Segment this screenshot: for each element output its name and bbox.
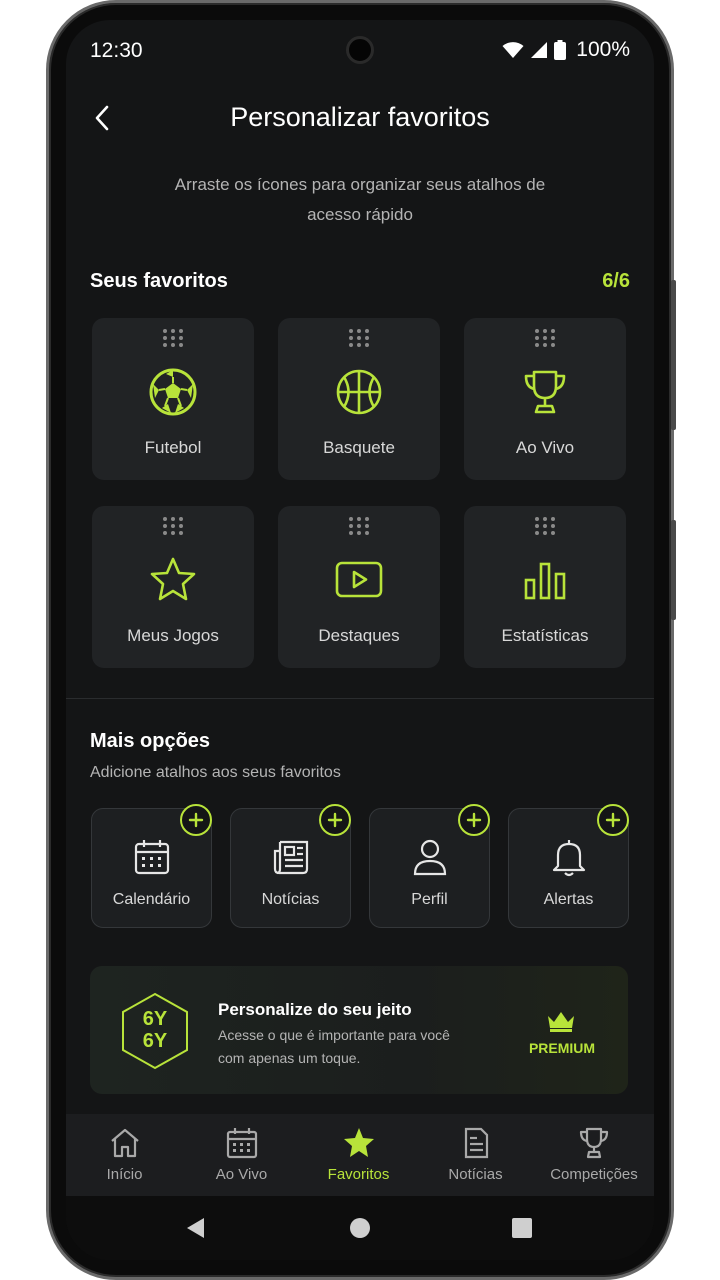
star-icon (344, 1128, 374, 1157)
crown-icon (548, 1012, 574, 1032)
favorite-tile-ao-vivo[interactable]: Ao Vivo (464, 318, 626, 480)
soccer-ball-icon (149, 368, 197, 416)
nav-item-inicio[interactable]: Início (66, 1114, 183, 1196)
drag-handle-icon[interactable] (534, 328, 556, 348)
drag-handle-icon[interactable] (348, 328, 370, 348)
play-icon (335, 561, 383, 598)
battery-percent: 100% (576, 38, 630, 61)
screen: 12:30 100% Personalizar favoritos Arrast… (66, 20, 654, 1260)
option-label: Calendário (112, 891, 191, 908)
favorite-label: Basquete (323, 438, 395, 457)
favorite-label: Meus Jogos (127, 626, 219, 645)
add-calendario-button[interactable] (180, 804, 212, 836)
user-icon (413, 839, 447, 876)
add-perfil-button[interactable] (458, 804, 490, 836)
trophy-icon (579, 1127, 609, 1159)
nav-item-favoritos[interactable]: Favoritos (300, 1114, 417, 1196)
favorite-tile-basquete[interactable]: Basquete (278, 318, 440, 480)
star-icon (150, 557, 196, 601)
bottom-navigation: Início Ao Vivo Favoritos Notícias Compet… (66, 1114, 654, 1196)
home-icon (111, 1128, 139, 1158)
document-icon (464, 1127, 489, 1159)
trophy-icon (524, 370, 566, 414)
favorite-tile-futebol[interactable]: Futebol (92, 318, 254, 480)
drag-handle-icon[interactable] (534, 516, 556, 536)
premium-label[interactable]: PREMIUM (510, 1040, 614, 1056)
drag-handle-icon[interactable] (348, 516, 370, 536)
more-options-title: Mais opções (90, 730, 211, 752)
favorite-label: Futebol (144, 438, 202, 457)
nav-label: Ao Vivo (215, 1166, 268, 1183)
premium-promo-card[interactable]: 6Y 6Y Personalize do seu jeito Acesse o … (90, 966, 628, 1094)
plus-icon (466, 812, 482, 828)
add-noticias-button[interactable] (319, 804, 351, 836)
more-options-subtitle: Adicione atalhos aos seus favoritos (90, 764, 341, 781)
recents-square-icon[interactable] (510, 1216, 534, 1240)
drag-handle-icon[interactable] (162, 328, 184, 348)
signal-icon (531, 42, 548, 58)
back-triangle-icon[interactable] (184, 1216, 208, 1240)
status-bar: 12:30 100% (66, 20, 654, 80)
favorite-label: Destaques (318, 626, 400, 645)
page-subtitle: Arraste os ícones para organizar seus at… (174, 175, 546, 224)
promo-title: Personalize do seu jeito (218, 1000, 412, 1019)
calendar-icon (226, 1128, 258, 1159)
battery-icon (554, 40, 567, 60)
bar-chart-icon (524, 562, 566, 600)
nav-label: Favoritos (327, 1166, 390, 1183)
nav-label: Início (106, 1166, 143, 1183)
nav-item-competicoes[interactable]: Competições (534, 1114, 654, 1196)
plus-icon (327, 812, 343, 828)
favorite-tile-meus-jogos[interactable]: Meus Jogos (92, 506, 254, 668)
favorites-count: 6/6 (602, 270, 630, 292)
drag-handle-icon[interactable] (162, 516, 184, 536)
calendar-icon (134, 840, 170, 875)
nav-item-noticias[interactable]: Notícias (417, 1114, 534, 1196)
favorite-label: Estatísticas (501, 626, 589, 645)
camera-cutout (346, 36, 374, 64)
brand-logo-text: 6Y 6Y (142, 1008, 168, 1052)
plus-icon (605, 812, 621, 828)
favorite-tile-estatisticas[interactable]: Estatísticas (464, 506, 626, 668)
page-title: Personalizar favoritos (230, 102, 490, 132)
option-label: Perfil (411, 891, 448, 908)
favorite-tile-destaques[interactable]: Destaques (278, 506, 440, 668)
option-label: Notícias (261, 891, 320, 908)
newspaper-icon (273, 840, 309, 875)
volume-button (671, 280, 676, 430)
plus-icon (188, 812, 204, 828)
option-label: Alertas (543, 891, 594, 908)
power-button (671, 520, 676, 620)
wifi-icon (502, 42, 524, 58)
favorites-title: Seus favoritos (90, 270, 228, 292)
basketball-icon (336, 369, 382, 415)
status-time: 12:30 (90, 39, 143, 62)
system-navigation-bar (66, 1196, 654, 1260)
nav-label: Competições (550, 1166, 638, 1183)
add-alertas-button[interactable] (597, 804, 629, 836)
home-circle-icon[interactable] (348, 1216, 372, 1240)
promo-description: Acesse o que é importante para você com … (218, 1027, 450, 1066)
favorite-label: Ao Vivo (515, 438, 575, 457)
status-icons: 100% (502, 38, 630, 62)
bell-icon (552, 840, 586, 877)
section-divider (66, 698, 654, 699)
nav-item-ao-vivo[interactable]: Ao Vivo (183, 1114, 300, 1196)
nav-label: Notícias (448, 1166, 503, 1183)
